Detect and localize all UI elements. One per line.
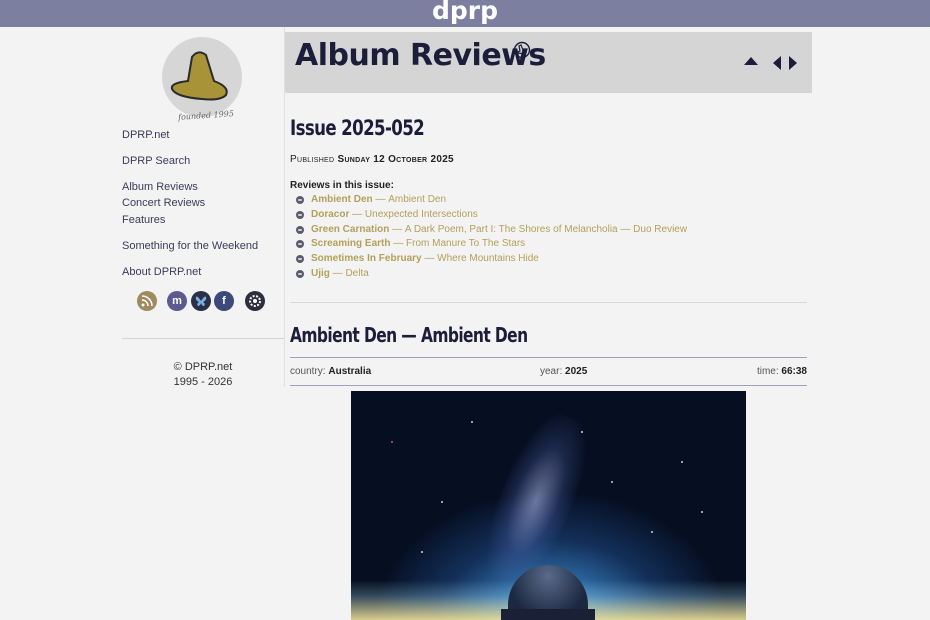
hat-bullet-icon xyxy=(296,254,304,263)
hat-bullet-icon xyxy=(296,195,304,204)
content-divider xyxy=(290,302,807,303)
time-info: time: 66:38 xyxy=(756,366,807,377)
review-link[interactable]: Doracor — Unexpected Intersections xyxy=(296,209,478,220)
issue-title: Issue 2025-052 xyxy=(290,116,425,140)
next-arrow-icon[interactable] xyxy=(789,56,797,73)
review-link[interactable]: Screaming Earth — From Manure To The Sta… xyxy=(296,238,525,249)
top-bar: dprp xyxy=(0,0,930,27)
review-heading: Ambient Den — Ambient Den xyxy=(290,323,528,347)
facebook-icon[interactable]: f xyxy=(214,291,234,311)
hat-bullet-icon xyxy=(296,225,304,234)
review-link[interactable]: Ujig — Delta xyxy=(296,268,369,279)
sidebar-link-something-for-the-weekend[interactable]: Something for the Weekend xyxy=(122,240,258,252)
copyright-line1: © DPRP.net xyxy=(173,361,233,373)
sidebar-link-dprp-search[interactable]: DPRP Search xyxy=(122,155,190,167)
hat-bullet-icon xyxy=(296,210,304,219)
sidebar-link-about[interactable]: About DPRP.net xyxy=(122,266,201,278)
sidebar-link-concert-reviews[interactable]: Concert Reviews xyxy=(122,197,205,209)
observatory-base xyxy=(501,609,595,620)
sidebar-divider xyxy=(122,338,284,339)
review-link[interactable]: Sometimes In February — Where Mountains … xyxy=(296,253,539,264)
copyright-line2: 1995 - 2026 xyxy=(173,376,233,388)
review-link[interactable]: Green Carnation — A Dark Poem, Part I: T… xyxy=(296,224,687,235)
founded-badge[interactable] xyxy=(162,37,242,117)
hat-bullet-icon xyxy=(296,239,304,248)
bluesky-icon[interactable] xyxy=(191,291,211,311)
country-info: country: Australia xyxy=(290,366,372,377)
review-link[interactable]: Ambient Den — Ambient Den xyxy=(296,194,446,205)
album-reviews-icon xyxy=(513,41,531,64)
album-cover-image xyxy=(351,391,746,620)
published-date: Sunday 12 October 2025 xyxy=(337,154,454,165)
sidebar-link-features[interactable]: Features xyxy=(122,214,165,226)
sidebar-link-album-reviews[interactable]: Album Reviews xyxy=(122,181,198,193)
published-line: Published Sunday 12 October 2025 xyxy=(290,154,454,165)
review-info-bar: country: Australia year: 2025 time: 66:3… xyxy=(290,357,807,386)
sidebar: founded 1995 DPRP.net DPRP Search Album … xyxy=(122,27,284,620)
hat-bullet-icon xyxy=(296,269,304,278)
prev-arrow-icon[interactable] xyxy=(773,56,781,73)
settings-icon[interactable] xyxy=(245,291,265,311)
hat-logo-icon xyxy=(170,51,228,101)
mastodon-icon[interactable]: m xyxy=(167,291,187,311)
published-label: Published xyxy=(290,154,335,165)
year-info: year: 2025 xyxy=(540,366,588,377)
site-logo[interactable]: dprp xyxy=(0,0,930,25)
up-arrow-icon[interactable] xyxy=(744,56,758,69)
rss-icon[interactable] xyxy=(137,291,157,311)
section-header: Album Reviews xyxy=(285,32,812,93)
sidebar-link-dprp-net[interactable]: DPRP.net xyxy=(122,129,170,141)
reviews-in-issue-label: Reviews in this issue: xyxy=(290,180,394,191)
page-title: Album Reviews xyxy=(295,38,546,73)
